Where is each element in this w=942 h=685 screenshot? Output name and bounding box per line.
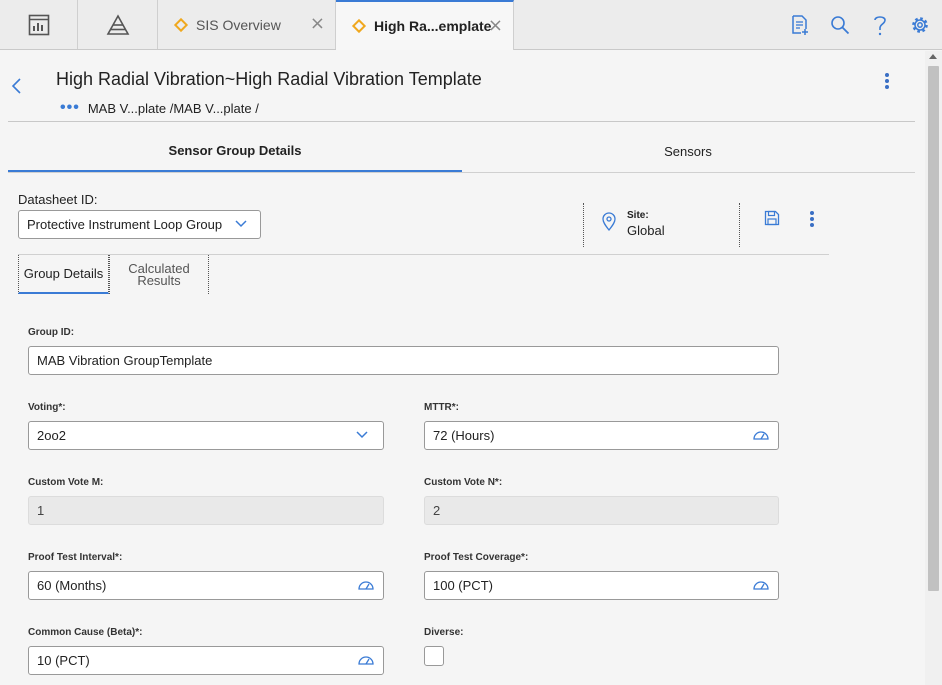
- diverse-label: Diverse:: [424, 627, 464, 638]
- diamond-icon: [173, 17, 189, 32]
- group-id-value: MAB Vibration GroupTemplate: [37, 353, 213, 368]
- close-icon[interactable]: ×: [488, 15, 503, 36]
- location-pin-icon: [602, 212, 616, 232]
- breadcrumb: ••• MAB V...plate /MAB V...plate /: [60, 99, 259, 117]
- group-id-input[interactable]: MAB Vibration GroupTemplate: [28, 346, 779, 375]
- scrollbar-thumb[interactable]: [928, 66, 939, 591]
- new-document-button[interactable]: [780, 5, 820, 45]
- mttr-label: MTTR*:: [424, 402, 459, 413]
- divider: [583, 203, 584, 247]
- pyramid-icon: [106, 13, 129, 35]
- chevron-down-icon: [235, 220, 247, 228]
- search-icon: [831, 15, 850, 34]
- diverse-checkbox[interactable]: [424, 646, 444, 666]
- proof-test-coverage-value: 100 (PCT): [433, 578, 493, 593]
- new-document-icon: [792, 14, 808, 35]
- custom-vote-m-field: 1: [28, 496, 384, 525]
- chevron-down-icon: [356, 431, 368, 439]
- proof-test-coverage-input[interactable]: 100 (PCT): [424, 571, 779, 600]
- site-info: Site: Global: [601, 210, 665, 238]
- voting-value: 2oo2: [37, 428, 66, 443]
- help-button[interactable]: [860, 5, 900, 45]
- common-cause-input[interactable]: 10 (PCT): [28, 646, 384, 675]
- custom-vote-n-value: 2: [433, 503, 441, 518]
- gauge-icon[interactable]: [357, 578, 375, 592]
- search-button[interactable]: [820, 5, 860, 45]
- tab-label: High Ra...emplate: [374, 18, 492, 34]
- hierarchy-button[interactable]: [78, 0, 158, 49]
- site-label: Site:: [627, 210, 649, 221]
- breadcrumb-text[interactable]: MAB V...plate /MAB V...plate /: [88, 101, 259, 116]
- datasheet-value: Protective Instrument Loop Group: [27, 217, 223, 232]
- proof-test-interval-value: 60 (Months): [37, 578, 107, 593]
- gauge-icon[interactable]: [357, 653, 375, 667]
- settings-icon: [912, 16, 928, 33]
- custom-vote-n-label: Custom Vote N*:: [424, 477, 503, 488]
- tab-label: SIS Overview: [196, 16, 281, 33]
- back-button[interactable]: [10, 76, 24, 101]
- dashboard-icon: [28, 14, 49, 35]
- mttr-value: 72 (Hours): [433, 428, 495, 443]
- gauge-icon[interactable]: [752, 578, 770, 592]
- common-cause-value: 10 (PCT): [37, 653, 90, 668]
- divider: [8, 172, 915, 173]
- voting-label: Voting*:: [28, 402, 66, 413]
- custom-vote-n-field: 2: [424, 496, 779, 525]
- custom-vote-m-label: Custom Vote M:: [28, 477, 104, 488]
- proof-test-interval-input[interactable]: 60 (Months): [28, 571, 384, 600]
- mttr-input[interactable]: 72 (Hours): [424, 421, 779, 450]
- proof-test-coverage-label: Proof Test Coverage*:: [424, 552, 529, 563]
- divider: [8, 121, 915, 122]
- voting-select[interactable]: 2oo2: [28, 421, 384, 450]
- proof-test-interval-label: Proof Test Interval*:: [28, 552, 123, 563]
- divider: [739, 203, 740, 247]
- page-menu-button[interactable]: [880, 72, 894, 95]
- page-title: High Radial Vibration~High Radial Vibrat…: [56, 69, 482, 89]
- group-id-label: Group ID:: [28, 327, 75, 338]
- tab-sis-overview[interactable]: SIS Overview ×: [158, 0, 336, 49]
- custom-vote-m-value: 1: [37, 503, 45, 518]
- tab-group-details[interactable]: Group Details: [18, 255, 109, 294]
- scroll-up-arrow-icon[interactable]: [929, 54, 937, 59]
- tab-sensors[interactable]: Sensors: [461, 130, 915, 173]
- gauge-icon[interactable]: [752, 428, 770, 442]
- top-tab-bar: SIS Overview × High Ra...emplate ×: [0, 0, 942, 50]
- chevron-left-icon: [11, 78, 21, 94]
- ellipsis-icon[interactable]: •••: [60, 99, 80, 117]
- datasheet-select[interactable]: Protective Instrument Loop Group: [18, 210, 261, 239]
- save-icon: [764, 210, 780, 226]
- kebab-icon: [885, 73, 889, 89]
- common-cause-label: Common Cause (Beta)*:: [28, 627, 143, 638]
- tab-sensor-group-details[interactable]: Sensor Group Details: [8, 130, 462, 173]
- datasheet-menu-button[interactable]: [806, 210, 818, 233]
- toolbar: [780, 0, 942, 49]
- dashboard-button[interactable]: [0, 0, 78, 49]
- datasheet-label: Datasheet ID:: [18, 192, 98, 207]
- tab-calculated-results[interactable]: Calculated Results: [109, 255, 209, 294]
- settings-button[interactable]: [900, 5, 940, 45]
- diamond-icon: [351, 18, 367, 34]
- save-button[interactable]: [764, 210, 780, 231]
- tab-high-radial-template[interactable]: High Ra...emplate ×: [336, 0, 514, 50]
- site-value: Global: [627, 223, 665, 238]
- close-icon[interactable]: ×: [310, 13, 325, 34]
- help-icon: [874, 15, 886, 35]
- scrollbar[interactable]: [925, 51, 942, 685]
- kebab-icon: [810, 211, 814, 227]
